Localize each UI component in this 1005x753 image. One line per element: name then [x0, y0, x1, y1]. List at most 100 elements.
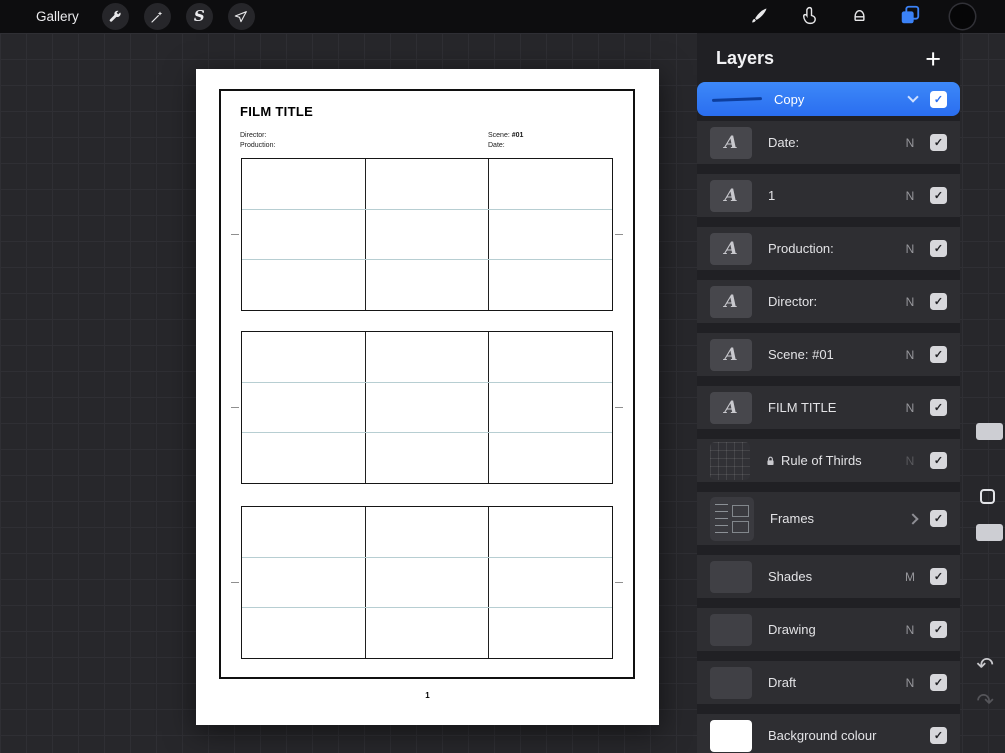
date-label: Date:: [488, 142, 505, 149]
layer-thumbnail: [710, 86, 766, 112]
layer-visibility-checkbox[interactable]: ✓: [930, 399, 947, 416]
blend-mode-button[interactable]: N: [903, 676, 917, 690]
layer-visibility-checkbox[interactable]: ✓: [930, 727, 947, 744]
layer-name: Background colour: [768, 728, 877, 743]
layer-list: Copy ✓ A Date: N ✓ A 1 N ✓ A Production: N ✓ A Director…: [697, 82, 960, 753]
layer-thumbnail: A: [710, 391, 752, 424]
opacity-slider-handle[interactable]: [976, 524, 1003, 541]
undo-icon[interactable]: ↶: [976, 655, 994, 676]
blend-mode-button[interactable]: N: [903, 348, 917, 362]
layer-row-shades[interactable]: Shades M ✓: [697, 555, 960, 598]
brush-button[interactable]: [749, 5, 770, 29]
layer-row-drawing[interactable]: Drawing N ✓: [697, 608, 960, 651]
selection-button[interactable]: S: [185, 3, 213, 30]
add-layer-button[interactable]: +: [925, 45, 941, 72]
layers-panel-title: Layers: [716, 48, 775, 68]
layer-row-frames[interactable]: Frames ✓: [697, 492, 960, 545]
blend-mode-button[interactable]: N: [903, 454, 917, 468]
layer-thumbnail: A: [710, 179, 752, 212]
eraser-icon: [849, 5, 870, 29]
layer-name: Director:: [768, 294, 818, 309]
blend-mode-button[interactable]: M: [903, 570, 917, 584]
layer-name: Date:: [768, 135, 800, 150]
actions-button[interactable]: [101, 3, 129, 30]
layer-row-production[interactable]: A Production: N ✓: [697, 227, 960, 270]
smudge-button[interactable]: [799, 5, 820, 29]
scene-line: Scene: #01: [488, 132, 524, 139]
layer-visibility-checkbox[interactable]: ✓: [930, 187, 947, 204]
toolbar-right-group: [749, 4, 1005, 29]
layer-name: Draft: [768, 675, 797, 690]
layer-thumbnail: [710, 496, 754, 541]
layer-thumbnail: A: [710, 232, 752, 265]
blend-mode-button[interactable]: N: [903, 401, 917, 415]
layer-name: Scene: #01: [768, 347, 834, 362]
lock-icon: [767, 456, 774, 465]
toolbar-left-group: Gallery S: [0, 3, 255, 30]
layer-thumbnail: [710, 441, 750, 480]
gallery-button[interactable]: Gallery: [36, 9, 79, 24]
layer-thumbnail: [710, 613, 752, 646]
blend-mode-button[interactable]: N: [903, 136, 917, 150]
storyboard-frame-row-3: [231, 506, 623, 659]
transform-arrow-icon: [233, 9, 249, 25]
layer-row-scene-01[interactable]: A Scene: #01 N ✓: [697, 333, 960, 376]
layer-thumbnail: [710, 719, 752, 752]
storyboard-frame-row-1: [231, 158, 623, 311]
blend-mode-button[interactable]: N: [903, 295, 917, 309]
stroke-preview: [711, 97, 763, 102]
smudge-finger-icon: [799, 5, 820, 29]
redo-icon[interactable]: ↷: [976, 691, 994, 712]
adjustments-button[interactable]: [143, 3, 171, 30]
storyboard-meta-left: Director: Production:: [240, 131, 275, 151]
layer-row-date[interactable]: A Date: N ✓: [697, 121, 960, 164]
layer-visibility-checkbox[interactable]: ✓: [930, 510, 947, 527]
layer-row-1[interactable]: A 1 N ✓: [697, 174, 960, 217]
storyboard-meta-right: Scene: #01 Date:: [488, 131, 523, 151]
layer-visibility-checkbox[interactable]: ✓: [930, 293, 947, 310]
layer-visibility-checkbox[interactable]: ✓: [930, 90, 947, 108]
layer-row-background-colour[interactable]: Background colour ✓: [697, 714, 960, 753]
layer-row-film-title[interactable]: A FILM TITLE N ✓: [697, 386, 960, 429]
layer-visibility-checkbox[interactable]: ✓: [930, 240, 947, 257]
wrench-icon: [107, 9, 123, 25]
layer-visibility-checkbox[interactable]: ✓: [930, 452, 947, 469]
blend-mode-button[interactable]: N: [903, 189, 917, 203]
blend-mode-button[interactable]: N: [903, 242, 917, 256]
layer-thumbnail: A: [710, 126, 752, 159]
modify-button[interactable]: [980, 489, 995, 504]
paintbrush-icon: [749, 5, 770, 29]
top-toolbar: Gallery S: [0, 0, 1005, 33]
layers-button[interactable]: [899, 4, 921, 29]
transform-button[interactable]: [227, 3, 255, 30]
layer-visibility-checkbox[interactable]: ✓: [930, 346, 947, 363]
canvas-page[interactable]: FILM TITLE Director: Production: Scene: …: [196, 69, 659, 725]
layer-thumbnail: [710, 560, 752, 593]
layer-name: Shades: [768, 569, 813, 584]
layer-name: Rule of Thirds: [766, 453, 862, 468]
layers-panel: Layers + Copy ✓ A Date: N ✓ A 1 N ✓ A Production: N ✓…: [697, 33, 960, 753]
chevron-right-icon[interactable]: [907, 512, 919, 525]
layer-visibility-checkbox[interactable]: ✓: [930, 621, 947, 638]
layer-row-draft[interactable]: Draft N ✓: [697, 661, 960, 704]
chevron-down-icon[interactable]: [907, 91, 919, 103]
blend-mode-button[interactable]: N: [903, 623, 917, 637]
layer-name: FILM TITLE: [768, 400, 837, 415]
director-label: Director:: [240, 132, 267, 139]
brush-size-slider-handle[interactable]: [976, 423, 1003, 440]
color-swatch-button[interactable]: [950, 4, 975, 29]
layer-thumbnail: A: [710, 285, 752, 318]
layer-row-rule-of-thirds[interactable]: Rule of Thirds N ✓: [697, 439, 960, 482]
layer-visibility-checkbox[interactable]: ✓: [930, 568, 947, 585]
layer-visibility-checkbox[interactable]: ✓: [930, 674, 947, 691]
layer-name: Frames: [770, 511, 815, 526]
layer-visibility-checkbox[interactable]: ✓: [930, 134, 947, 151]
layer-row-director[interactable]: A Director: N ✓: [697, 280, 960, 323]
selection-icon: S: [193, 7, 205, 25]
storyboard-title: FILM TITLE: [240, 104, 314, 119]
layer-thumbnail: A: [710, 338, 752, 371]
layer-name: Copy: [774, 91, 805, 107]
eraser-button[interactable]: [849, 5, 870, 29]
layer-thumbnail: [710, 666, 752, 699]
layer-row-copy[interactable]: Copy ✓: [697, 82, 960, 116]
